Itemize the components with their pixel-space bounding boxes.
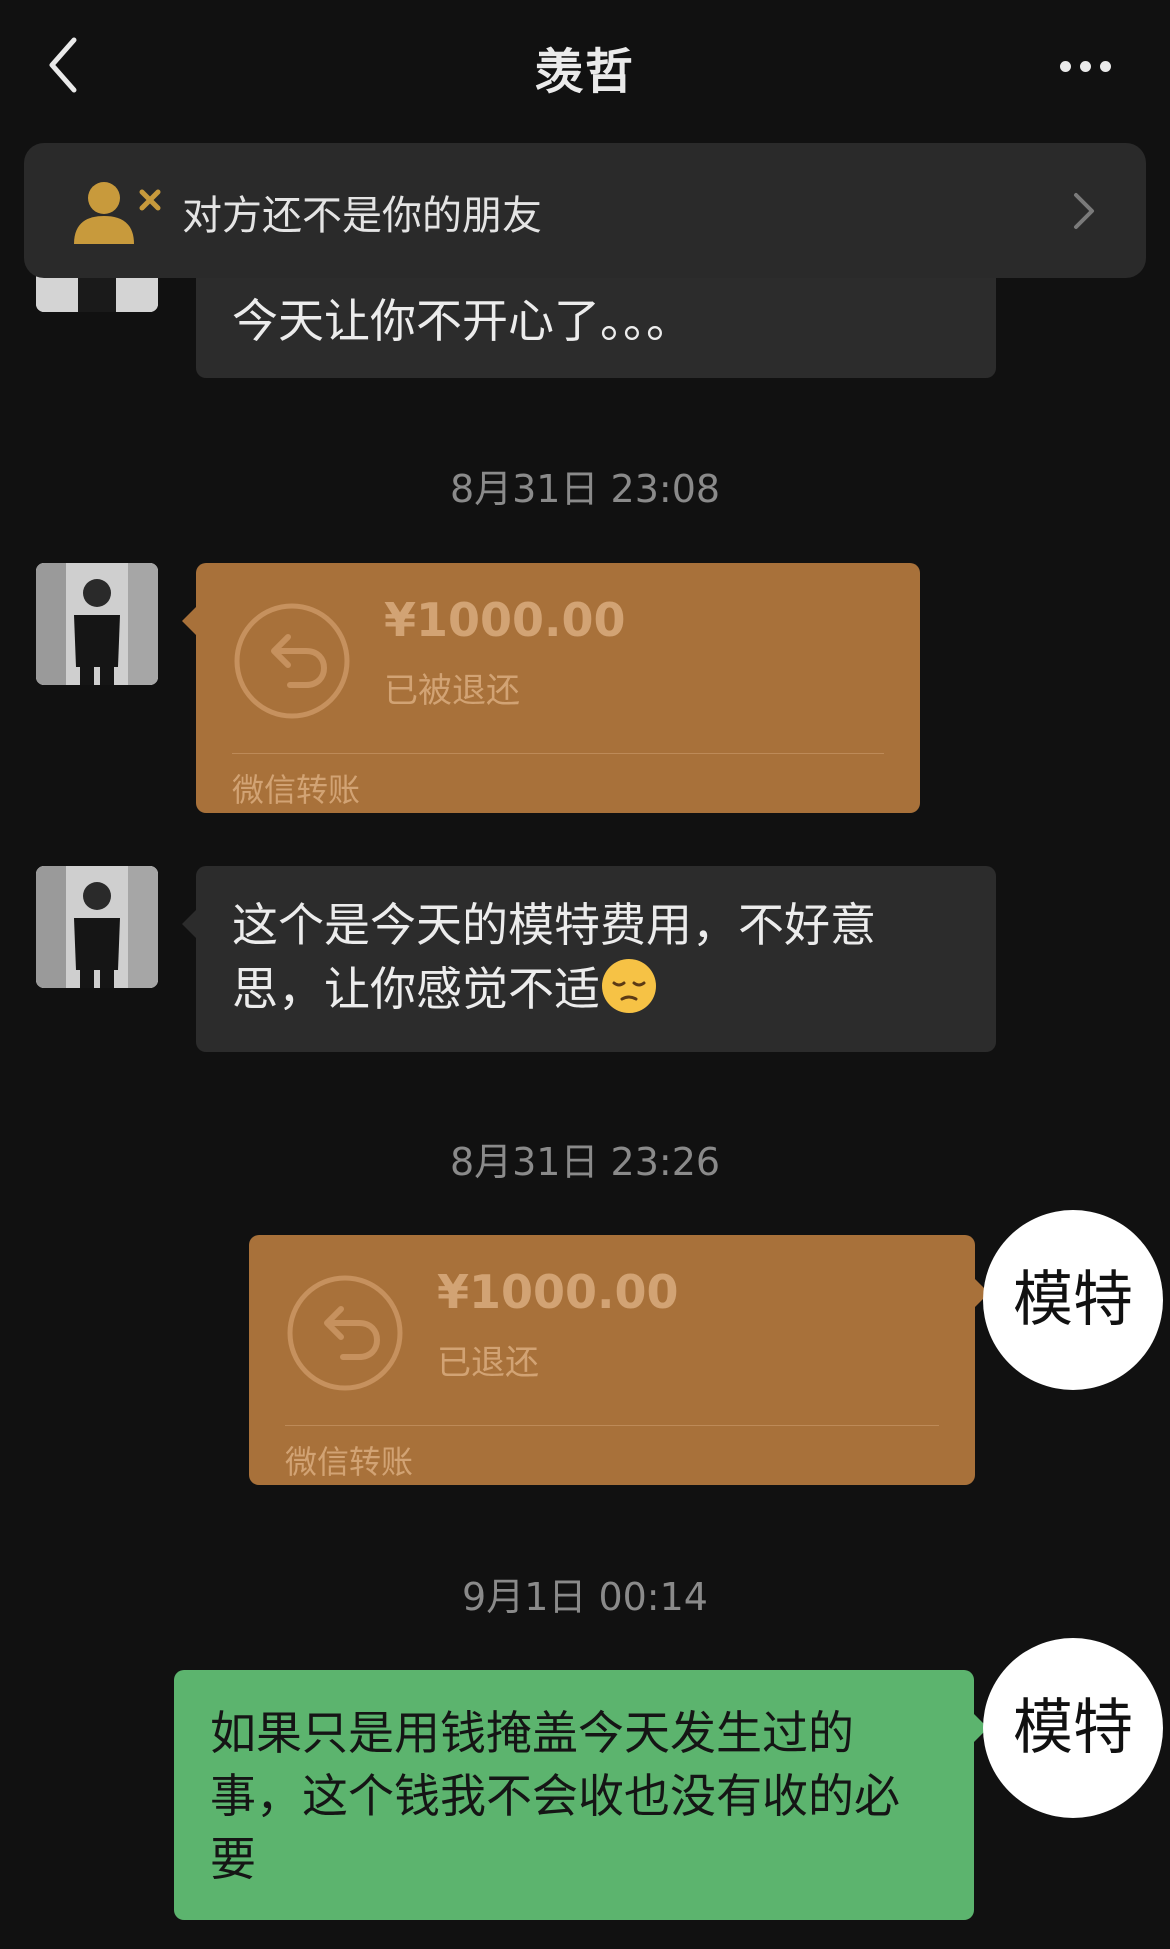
transfer-amount: ¥1000.00 [384, 593, 626, 647]
more-dots-icon [1100, 61, 1111, 72]
refund-return-icon [287, 1275, 403, 1391]
transfer-amount: ¥1000.00 [437, 1265, 679, 1319]
divider [232, 753, 884, 754]
sender-label-circle: 模特 [983, 1638, 1163, 1818]
transfer-card[interactable]: ¥1000.00 已退还 微信转账 [249, 1235, 989, 1485]
pensive-face-emoji-icon [602, 959, 656, 1013]
avatar-photo-icon [36, 866, 158, 988]
more-dots-icon [1060, 61, 1071, 72]
refund-return-icon [234, 603, 350, 719]
transfer-card[interactable]: ¥1000.00 已被退还 微信转账 [182, 563, 920, 813]
transfer-status: 已退还 [437, 1343, 539, 1383]
chat-title: 羡哲 [534, 44, 635, 100]
timestamp: 8月31日 23:26 [449, 1140, 721, 1184]
avatar-photo-icon [36, 563, 158, 685]
message-text: 这个是今天的模特费用，不好意思，让你感觉不适 [232, 898, 876, 1016]
chevron-right-icon [1074, 193, 1094, 229]
message-bubble[interactable]: 如果只是用钱掩盖今天发生过的事，这个钱我不会收也没有收的必要 [174, 1670, 988, 1920]
more-options-button[interactable] [1050, 40, 1120, 90]
message-text: 如果只是用钱掩盖今天发生过的事，这个钱我不会收也没有收的必要 [210, 1706, 900, 1886]
timestamp: 8月31日 23:08 [449, 467, 721, 511]
timestamp: 9月1日 00:14 [462, 1575, 708, 1619]
message-bubble[interactable]: 这个是今天的模特费用，不好意思，让你感觉不适 [182, 866, 996, 1052]
sender-label-circle: 模特 [983, 1210, 1163, 1390]
user-remove-icon [74, 182, 161, 244]
more-dots-icon [1080, 61, 1091, 72]
avatar[interactable] [36, 866, 158, 988]
avatar[interactable] [36, 563, 158, 685]
transfer-footer: 微信转账 [232, 771, 361, 809]
banner-text: 对方还不是你的朋友 [182, 193, 542, 239]
transfer-footer: 微信转账 [285, 1443, 414, 1481]
transfer-status: 已被退还 [384, 671, 520, 711]
divider [285, 1425, 939, 1426]
not-friend-banner[interactable]: 对方还不是你的朋友 [24, 143, 1146, 278]
message-text: 今天让你不开心了。。。 [232, 294, 692, 348]
top-navigation-bar: 羡哲 [0, 0, 1170, 130]
